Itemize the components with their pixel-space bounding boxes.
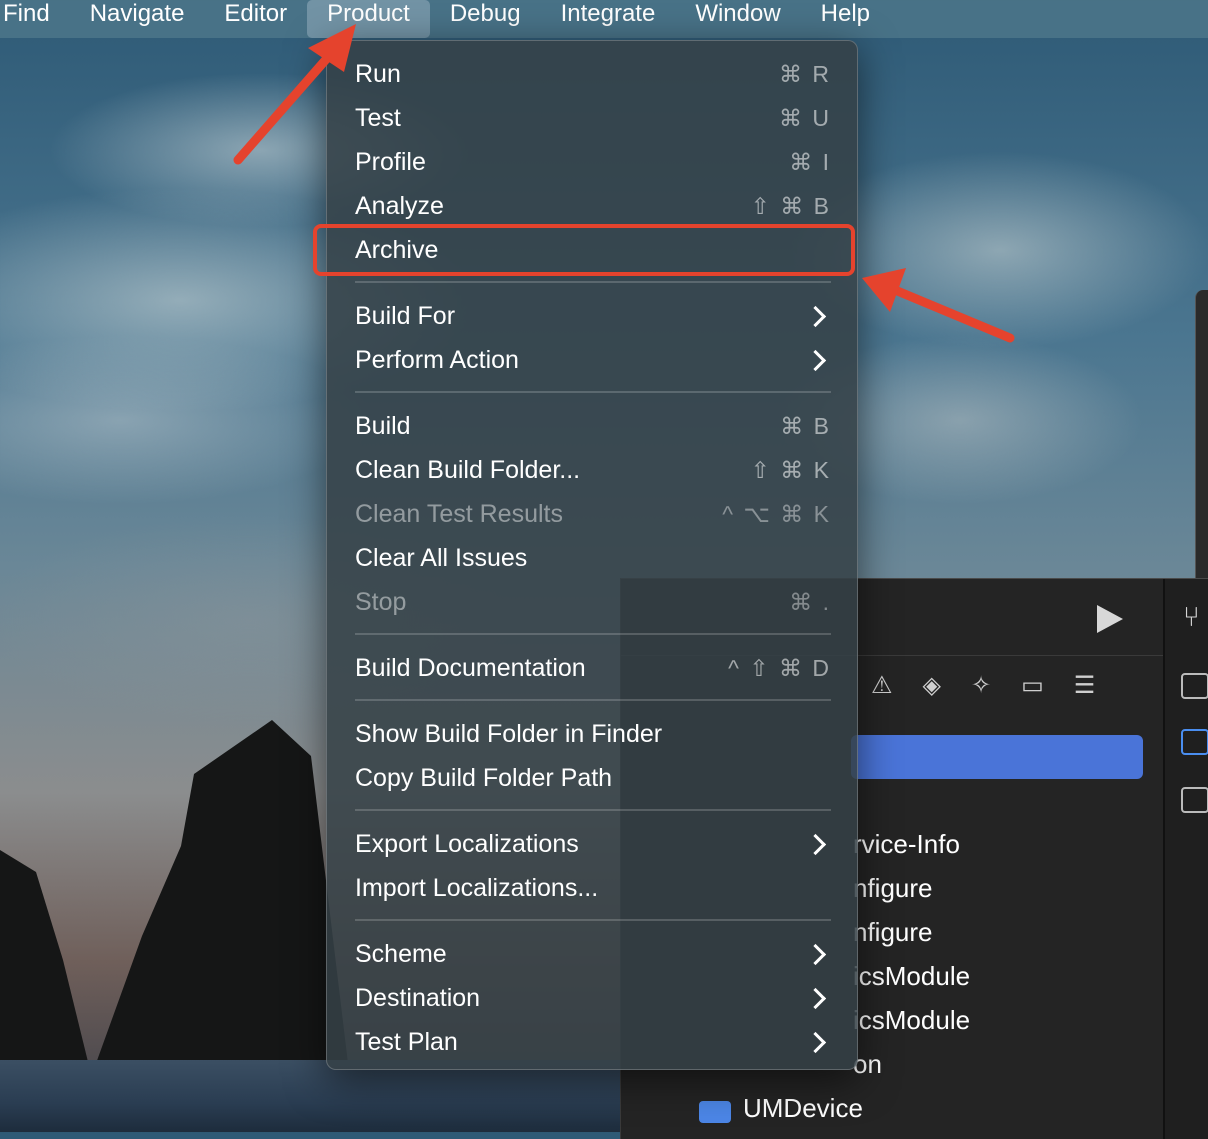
background-window-edge <box>1195 290 1208 580</box>
rock-left <box>0 850 90 1070</box>
menu-item-test[interactable]: Test ⌘ U <box>355 98 831 138</box>
menu-item-export-localizations[interactable]: Export Localizations <box>355 824 831 864</box>
shortcut: ^ ⌥ ⌘ K <box>722 500 831 527</box>
branch-icon[interactable]: ⑂ <box>1183 601 1200 633</box>
menu-separator <box>355 919 831 921</box>
diamond-icon[interactable]: ◈ <box>923 671 941 700</box>
menu-item-show-build-folder[interactable]: Show Build Folder in Finder <box>355 714 831 754</box>
package-item[interactable]: UMDevice <box>743 1093 863 1124</box>
chevron-right-icon <box>804 943 827 965</box>
menu-item-destination[interactable]: Destination <box>355 978 831 1018</box>
menu-debug[interactable]: Debug <box>430 0 541 38</box>
menu-separator <box>355 633 831 635</box>
product-menu: Run ⌘ R Test ⌘ U Profile ⌘ I Analyze ⇧ ⌘… <box>326 40 858 1070</box>
file-item[interactable]: icsModule <box>853 1005 970 1036</box>
file-item[interactable]: nfigure <box>853 917 933 948</box>
panel-divider[interactable] <box>1163 579 1165 1139</box>
shortcut: ⌘ . <box>789 588 831 615</box>
chevron-right-icon <box>804 349 827 371</box>
menu-item-run[interactable]: Run ⌘ R <box>355 54 831 94</box>
menu-item-stop: Stop ⌘ . <box>355 582 831 622</box>
menu-product[interactable]: Product <box>307 0 430 38</box>
menu-item-build-documentation[interactable]: Build Documentation ^ ⇧ ⌘ D <box>355 648 831 688</box>
menu-item-scheme[interactable]: Scheme <box>355 934 831 974</box>
menu-item-label: Stop <box>355 587 407 616</box>
menu-item-clear-all-issues[interactable]: Clear All Issues <box>355 538 831 578</box>
chevron-right-icon <box>804 833 827 855</box>
tag-icon[interactable]: ▭ <box>1021 671 1044 700</box>
menu-item-label: Export Localizations <box>355 829 579 858</box>
menu-item-label: Build For <box>355 301 456 330</box>
menu-item-label: Test Plan <box>355 1027 458 1056</box>
menu-item-label: Perform Action <box>355 345 519 374</box>
shortcut: ^ ⇧ ⌘ D <box>728 654 831 681</box>
menu-bar: Find Navigate Editor Product Debug Integ… <box>0 0 1208 38</box>
library-icon[interactable] <box>1181 673 1208 699</box>
chevron-right-icon <box>804 1031 827 1053</box>
menu-item-label: Build Documentation <box>355 653 586 682</box>
file-item[interactable]: nfigure <box>853 873 933 904</box>
menu-item-label: Import Localizations... <box>355 873 599 902</box>
archive-highlight-box <box>313 224 855 276</box>
arrow-to-archive-icon <box>862 268 1015 343</box>
menu-item-perform-action[interactable]: Perform Action <box>355 340 831 380</box>
menu-separator <box>355 809 831 811</box>
menu-item-test-plan[interactable]: Test Plan <box>355 1022 831 1062</box>
menu-item-label: Clean Build Folder... <box>355 455 581 484</box>
menu-separator <box>355 391 831 393</box>
menu-item-profile[interactable]: Profile ⌘ I <box>355 142 831 182</box>
ocean <box>0 1060 640 1132</box>
app-store-icon[interactable] <box>1181 729 1208 755</box>
navigator-icons: ⚠ ◈ ✧ ▭ ☰ <box>871 671 1095 700</box>
menu-navigate[interactable]: Navigate <box>70 0 205 38</box>
warning-icon[interactable]: ⚠ <box>871 671 893 700</box>
menu-item-label: Build <box>355 411 411 440</box>
file-item[interactable]: rvice-Info <box>853 829 960 860</box>
menu-item-label: Show Build Folder in Finder <box>355 719 663 748</box>
menu-item-import-localizations[interactable]: Import Localizations... <box>355 868 831 908</box>
menu-item-copy-build-folder-path[interactable]: Copy Build Folder Path <box>355 758 831 798</box>
package-icon <box>699 1101 731 1123</box>
shortcut: ⇧ ⌘ B <box>750 192 831 219</box>
shortcut: ⌘ B <box>780 412 831 439</box>
menu-item-label: Scheme <box>355 939 447 968</box>
menu-window[interactable]: Window <box>675 0 800 38</box>
test-icon[interactable]: ✧ <box>971 671 991 700</box>
chevron-right-icon <box>804 305 827 327</box>
menu-find[interactable]: Find <box>0 0 70 38</box>
sidebar-toggle-icon[interactable] <box>1181 787 1208 813</box>
menu-item-label: Clear All Issues <box>355 543 528 572</box>
menu-item-clean-test-results: Clean Test Results ^ ⌥ ⌘ K <box>355 494 831 534</box>
menu-item-analyze[interactable]: Analyze ⇧ ⌘ B <box>355 186 831 226</box>
menu-item-label: Profile <box>355 147 426 176</box>
chevron-right-icon <box>804 987 827 1009</box>
menu-item-label: Run <box>355 59 401 88</box>
menu-editor[interactable]: Editor <box>204 0 307 38</box>
menu-item-label: Copy Build Folder Path <box>355 763 613 792</box>
menu-item-label: Destination <box>355 983 481 1012</box>
shortcut: ⌘ R <box>779 60 831 87</box>
shortcut: ⌘ U <box>779 104 831 131</box>
menu-help[interactable]: Help <box>801 0 890 38</box>
menu-item-label: Analyze <box>355 191 444 220</box>
menu-item-build-for[interactable]: Build For <box>355 296 831 336</box>
shortcut: ⌘ I <box>789 148 831 175</box>
menu-separator <box>355 281 831 283</box>
inspector-column <box>1165 579 1208 1139</box>
menu-item-label: Test <box>355 103 401 132</box>
menu-item-clean-build-folder[interactable]: Clean Build Folder... ⇧ ⌘ K <box>355 450 831 490</box>
play-icon[interactable] <box>1097 605 1123 633</box>
menu-item-label: Clean Test Results <box>355 499 563 528</box>
rock-center <box>90 720 350 1080</box>
menu-separator <box>355 699 831 701</box>
selected-row[interactable] <box>851 735 1143 779</box>
shortcut: ⇧ ⌘ K <box>750 456 831 483</box>
menu-integrate[interactable]: Integrate <box>541 0 676 38</box>
file-item[interactable]: icsModule <box>853 961 970 992</box>
menu-item-build[interactable]: Build ⌘ B <box>355 406 831 446</box>
list-icon[interactable]: ☰ <box>1074 671 1096 700</box>
